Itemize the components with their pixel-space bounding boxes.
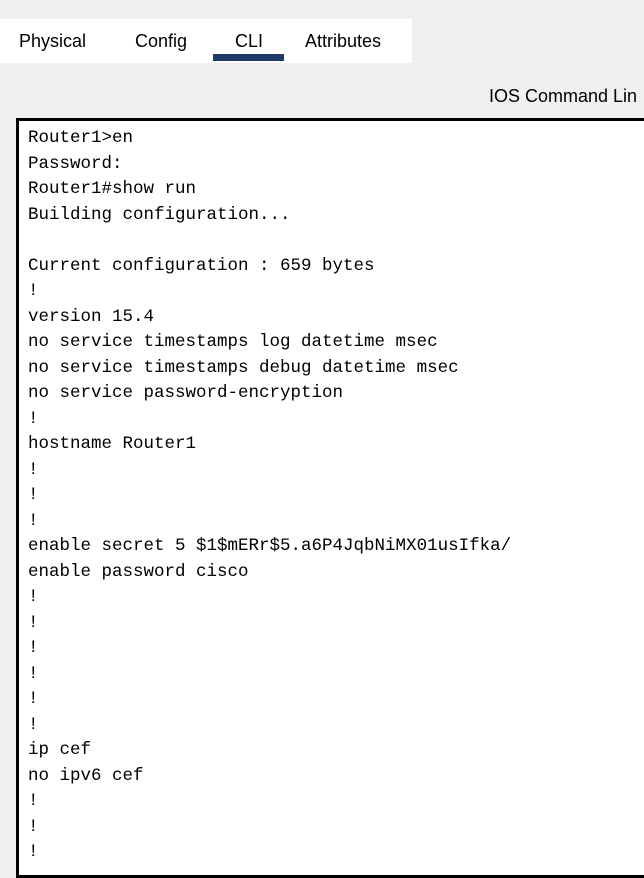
console-line: version 15.4 (28, 306, 155, 327)
console-line: ! (28, 408, 39, 429)
console-line: Router1>en (28, 128, 134, 148)
tab-physical[interactable]: Physical (19, 31, 86, 52)
console-line: ! (28, 842, 39, 862)
tab-config[interactable]: Config (135, 31, 187, 52)
console-line: ! (28, 663, 39, 684)
console-line: ! (28, 791, 39, 811)
console-line: ! (28, 485, 39, 505)
tab-attributes[interactable]: Attributes (305, 31, 381, 52)
console-line: ! (28, 689, 39, 709)
console-line: ! (28, 510, 39, 531)
console-line: ! (28, 281, 39, 301)
console-line: no service timestamps debug datetime mse… (28, 357, 459, 378)
console-line: no service timestamps log datetime msec (28, 332, 438, 352)
console-line: ! (28, 816, 39, 837)
console-line: ! (28, 587, 39, 607)
console-line: ! (28, 459, 39, 480)
console-line: hostname Router1 (28, 434, 197, 454)
console-line: ! (28, 714, 39, 735)
console-line: ! (28, 612, 39, 633)
active-tab-indicator (213, 54, 284, 61)
console-line: no ipv6 cef (28, 765, 144, 786)
console-line: ! (28, 638, 39, 658)
console-line: Router1#show run (28, 179, 197, 199)
console-output: Router1>en Password: Router1#show run Build… (28, 126, 644, 866)
console-line: enable secret 5 $1$mERr$5.a6P4JqbNiMX01u… (28, 536, 512, 556)
panel-title: IOS Command Lin (489, 86, 638, 106)
console-line: Current configuration : 659 bytes (28, 255, 375, 276)
tab-bar: Physical Config CLI Attributes (0, 19, 412, 63)
console-line: ip cef (28, 740, 92, 760)
tab-cli[interactable]: CLI (235, 31, 263, 52)
console-line: enable password cisco (28, 561, 249, 582)
cli-console[interactable]: Router1>en Password: Router1#show run Build… (16, 118, 644, 878)
console-line: Password: (28, 153, 123, 174)
console-line: Building configuration... (28, 204, 291, 225)
console-line: no service password-encryption (28, 383, 344, 403)
